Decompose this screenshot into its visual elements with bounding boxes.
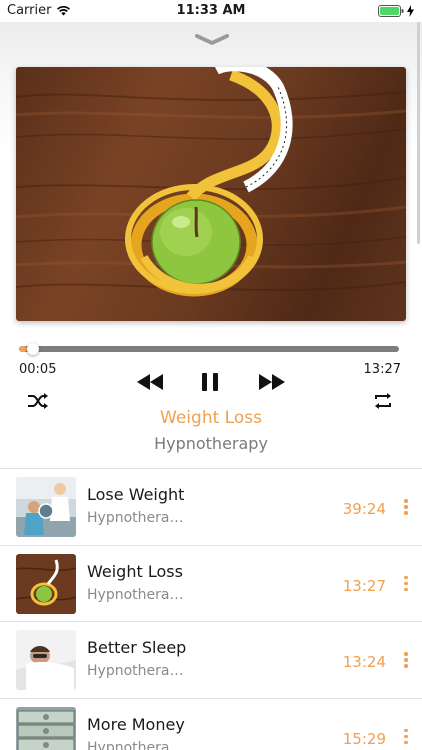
chevron-down-icon[interactable]	[194, 32, 230, 48]
next-button[interactable]	[256, 370, 288, 394]
total-time: 13:27	[363, 362, 401, 377]
more-options-icon[interactable]	[402, 575, 410, 594]
progress-fill	[19, 346, 27, 352]
more-options-icon[interactable]	[402, 652, 410, 670]
track-duration: 39:24	[342, 500, 386, 518]
charging-icon	[407, 5, 414, 17]
now-playing-title: Weight Loss	[160, 408, 262, 428]
more-options-icon[interactable]	[402, 499, 410, 517]
now-playing-subtitle: Hypnotherapy	[154, 434, 268, 453]
apple-thumbnail	[16, 553, 76, 614]
track-row-weight-loss[interactable]: Weight Loss Hypnothera… 13:27	[0, 546, 422, 622]
progress-track[interactable]	[19, 343, 399, 355]
more-options-icon[interactable]	[402, 728, 410, 747]
status-time: 11:33 AM	[176, 3, 246, 18]
track-subtitle: Hypnothera…	[87, 586, 184, 603]
fast-forward-icon	[259, 374, 285, 390]
track-title: Better Sleep	[87, 638, 187, 657]
status-right	[378, 5, 414, 17]
track-title: Lose Weight	[87, 485, 185, 504]
battery-icon	[378, 5, 404, 17]
track-subtitle: Hypnothera…	[87, 663, 184, 679]
pause-icon	[202, 373, 218, 391]
track-subtitle: Hypnothera…	[87, 739, 184, 750]
track-list: Lose Weight Hypnothera… 39:24 Weight Los…	[0, 468, 422, 750]
track-title: More Money	[87, 714, 185, 734]
status-bar: Carrier 11:33 AM	[0, 0, 422, 22]
pause-button[interactable]	[196, 368, 224, 396]
album-artwork	[16, 67, 406, 321]
track-row-lose-weight[interactable]: Lose Weight Hypnothera… 39:24	[0, 469, 422, 546]
track-duration: 13:27	[342, 576, 386, 595]
gym-thumbnail	[16, 477, 76, 537]
previous-button[interactable]	[134, 370, 166, 394]
money-thumbnail	[16, 706, 76, 750]
scrollbar[interactable]	[417, 22, 420, 244]
track-subtitle: Hypnothera…	[87, 510, 184, 526]
track-title: Weight Loss	[87, 561, 183, 581]
track-row-better-sleep[interactable]: Better Sleep Hypnothera… 13:24	[0, 622, 422, 699]
track-row-more-money[interactable]: More Money Hypnothera… 15:29	[0, 699, 422, 750]
track-duration: 15:29	[342, 729, 386, 748]
progress-knob[interactable]	[26, 343, 39, 355]
player-panel: 00:05 13:27 Weight Loss Hypnotherapy	[0, 22, 422, 468]
elapsed-time: 00:05	[19, 362, 57, 377]
rewind-icon	[137, 374, 163, 390]
sleep-thumbnail	[16, 630, 76, 690]
track-duration: 13:24	[342, 653, 386, 671]
